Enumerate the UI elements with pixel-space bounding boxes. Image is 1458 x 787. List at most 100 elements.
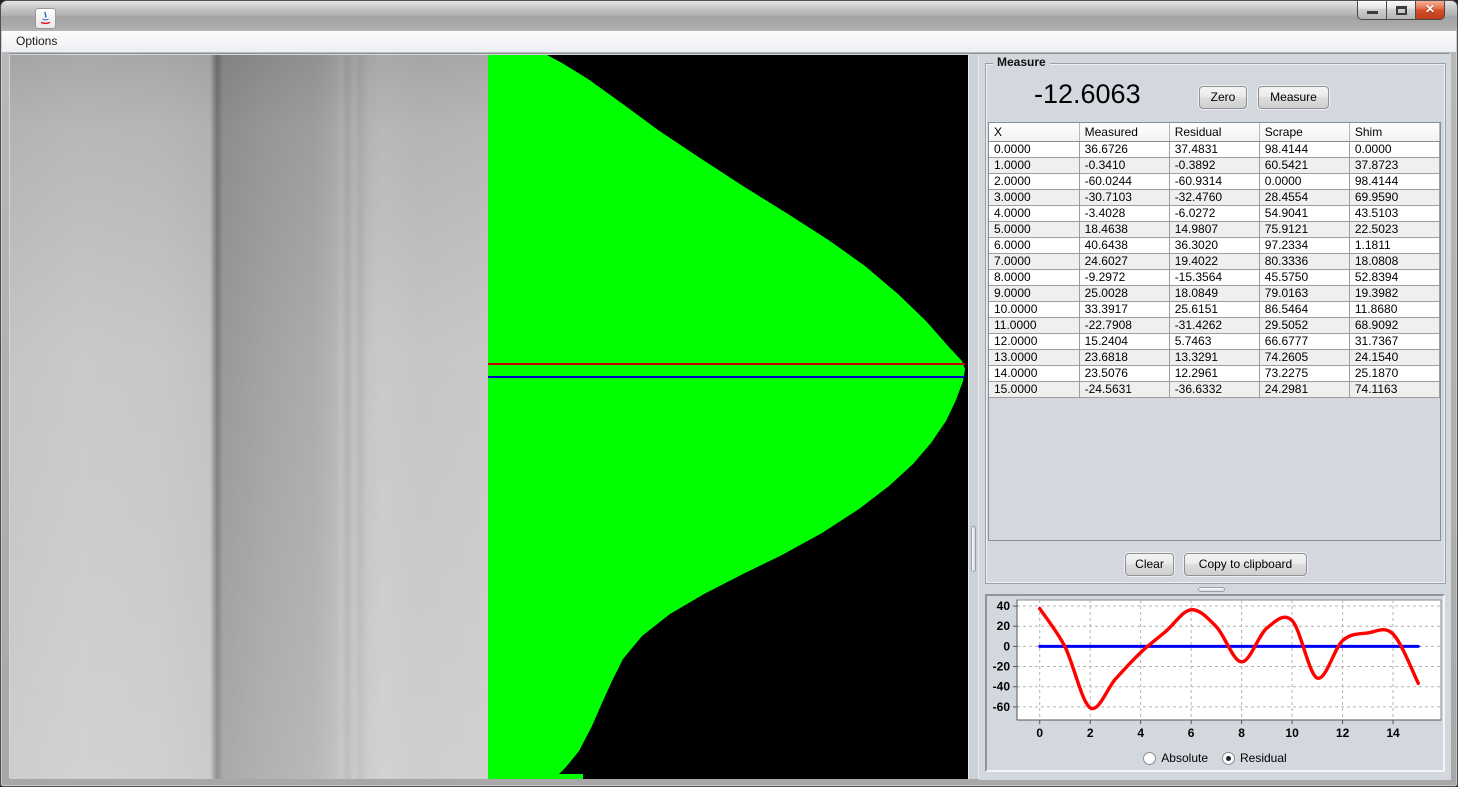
table-cell[interactable]: 54.9041 xyxy=(1259,205,1349,221)
table-cell[interactable]: 10.0000 xyxy=(989,301,1079,317)
table-cell[interactable]: -36.6332 xyxy=(1169,381,1259,397)
table-cell[interactable]: 13.0000 xyxy=(989,349,1079,365)
column-header-measured[interactable]: Measured xyxy=(1079,123,1169,141)
table-cell[interactable]: 45.5750 xyxy=(1259,269,1349,285)
table-cell[interactable]: 24.6027 xyxy=(1079,253,1169,269)
column-header-residual[interactable]: Residual xyxy=(1169,123,1259,141)
table-row[interactable]: 2.0000-60.0244-60.93140.000098.4144 xyxy=(989,173,1440,189)
table-cell[interactable]: 14.9807 xyxy=(1169,221,1259,237)
zero-button[interactable]: Zero xyxy=(1199,86,1247,109)
table-cell[interactable]: 52.8394 xyxy=(1349,269,1439,285)
table-cell[interactable]: 37.8723 xyxy=(1349,157,1439,173)
table-cell[interactable]: 75.9121 xyxy=(1259,221,1349,237)
table-cell[interactable]: -60.0244 xyxy=(1079,173,1169,189)
table-cell[interactable]: 18.0849 xyxy=(1169,285,1259,301)
table-cell[interactable]: 43.5103 xyxy=(1349,205,1439,221)
table-cell[interactable]: 66.6777 xyxy=(1259,333,1349,349)
radio-circle-icon[interactable] xyxy=(1222,752,1235,765)
table-cell[interactable]: -60.9314 xyxy=(1169,173,1259,189)
table-cell[interactable]: 14.0000 xyxy=(989,365,1079,381)
table-cell[interactable]: -32.4760 xyxy=(1169,189,1259,205)
table-cell[interactable]: 3.0000 xyxy=(989,189,1079,205)
table-cell[interactable]: 28.4554 xyxy=(1259,189,1349,205)
table-cell[interactable]: 15.0000 xyxy=(989,381,1079,397)
table-cell[interactable]: 19.3982 xyxy=(1349,285,1439,301)
table-cell[interactable]: 5.7463 xyxy=(1169,333,1259,349)
table-cell[interactable]: 98.4144 xyxy=(1259,141,1349,157)
table-cell[interactable]: -9.2972 xyxy=(1079,269,1169,285)
table-row[interactable]: 13.000023.681813.329174.260524.1540 xyxy=(989,349,1440,365)
menu-options[interactable]: Options xyxy=(8,31,65,52)
table-cell[interactable]: 37.4831 xyxy=(1169,141,1259,157)
table-cell[interactable]: 13.3291 xyxy=(1169,349,1259,365)
camera-view[interactable] xyxy=(10,55,968,779)
table-cell[interactable]: 11.8680 xyxy=(1349,301,1439,317)
table-row[interactable]: 10.000033.391725.615186.546411.8680 xyxy=(989,301,1440,317)
reference-line-red[interactable] xyxy=(488,363,965,365)
table-cell[interactable]: -15.3564 xyxy=(1169,269,1259,285)
table-cell[interactable]: 25.6151 xyxy=(1169,301,1259,317)
table-cell[interactable]: 4.0000 xyxy=(989,205,1079,221)
table-cell[interactable]: 79.0163 xyxy=(1259,285,1349,301)
table-cell[interactable]: 23.5076 xyxy=(1079,365,1169,381)
table-cell[interactable]: 12.2961 xyxy=(1169,365,1259,381)
table-cell[interactable]: -0.3892 xyxy=(1169,157,1259,173)
measure-button[interactable]: Measure xyxy=(1258,86,1329,109)
table-cell[interactable]: 15.2404 xyxy=(1079,333,1169,349)
table-cell[interactable]: -3.4028 xyxy=(1079,205,1169,221)
table-cell[interactable]: 9.0000 xyxy=(989,285,1079,301)
table-cell[interactable]: -6.0272 xyxy=(1169,205,1259,221)
table-cell[interactable]: 0.0000 xyxy=(989,141,1079,157)
table-cell[interactable]: 5.0000 xyxy=(989,221,1079,237)
table-cell[interactable]: -22.7908 xyxy=(1079,317,1169,333)
table-cell[interactable]: -24.5631 xyxy=(1079,381,1169,397)
table-cell[interactable]: 1.1811 xyxy=(1349,237,1439,253)
table-cell[interactable]: 60.5421 xyxy=(1259,157,1349,173)
horizontal-split-divider[interactable] xyxy=(979,585,1451,593)
table-cell[interactable]: 73.2275 xyxy=(1259,365,1349,381)
table-cell[interactable]: 6.0000 xyxy=(989,237,1079,253)
title-bar[interactable]: ✕ xyxy=(1,1,1457,31)
table-cell[interactable]: 97.2334 xyxy=(1259,237,1349,253)
table-row[interactable]: 4.0000-3.4028-6.027254.904143.5103 xyxy=(989,205,1440,221)
table-cell[interactable]: 31.7367 xyxy=(1349,333,1439,349)
table-cell[interactable]: 19.4022 xyxy=(1169,253,1259,269)
table-row[interactable]: 6.000040.643836.302097.23341.1811 xyxy=(989,237,1440,253)
clear-button[interactable]: Clear xyxy=(1125,553,1174,576)
table-cell[interactable]: 25.0028 xyxy=(1079,285,1169,301)
table-cell[interactable]: 36.3020 xyxy=(1169,237,1259,253)
table-cell[interactable]: 8.0000 xyxy=(989,269,1079,285)
table-cell[interactable]: 74.1163 xyxy=(1349,381,1439,397)
table-row[interactable]: 7.000024.602719.402280.333618.0808 xyxy=(989,253,1440,269)
vertical-split-divider[interactable] xyxy=(968,55,979,779)
table-cell[interactable]: 24.1540 xyxy=(1349,349,1439,365)
table-cell[interactable]: 36.6726 xyxy=(1079,141,1169,157)
table-cell[interactable]: 18.4638 xyxy=(1079,221,1169,237)
table-cell[interactable]: 23.6818 xyxy=(1079,349,1169,365)
table-cell[interactable]: 33.3917 xyxy=(1079,301,1169,317)
radio-residual[interactable]: Residual xyxy=(1222,751,1287,765)
table-cell[interactable]: 1.0000 xyxy=(989,157,1079,173)
split-divider-handle[interactable] xyxy=(971,526,976,572)
table-cell[interactable]: 68.9092 xyxy=(1349,317,1439,333)
table-cell[interactable]: 80.3336 xyxy=(1259,253,1349,269)
table-cell[interactable]: 86.5464 xyxy=(1259,301,1349,317)
radio-circle-icon[interactable] xyxy=(1143,752,1156,765)
table-row[interactable]: 9.000025.002818.084979.016319.3982 xyxy=(989,285,1440,301)
table-row[interactable]: 5.000018.463814.980775.912122.5023 xyxy=(989,221,1440,237)
table-row[interactable]: 15.0000-24.5631-36.633224.298174.1163 xyxy=(989,381,1440,397)
table-cell[interactable]: 2.0000 xyxy=(989,173,1079,189)
table-cell[interactable]: 69.9590 xyxy=(1349,189,1439,205)
table-row[interactable]: 12.000015.24045.746366.677731.7367 xyxy=(989,333,1440,349)
close-icon[interactable]: ✕ xyxy=(1415,1,1445,20)
column-header-x[interactable]: X xyxy=(989,123,1079,141)
table-row[interactable]: 3.0000-30.7103-32.476028.455469.9590 xyxy=(989,189,1440,205)
table-cell[interactable]: 24.2981 xyxy=(1259,381,1349,397)
table-row[interactable]: 14.000023.507612.296173.227525.1870 xyxy=(989,365,1440,381)
column-header-shim[interactable]: Shim xyxy=(1349,123,1439,141)
table-row[interactable]: 0.000036.672637.483198.41440.0000 xyxy=(989,141,1440,157)
table-cell[interactable]: -30.7103 xyxy=(1079,189,1169,205)
table-cell[interactable]: 11.0000 xyxy=(989,317,1079,333)
table-cell[interactable]: 40.6438 xyxy=(1079,237,1169,253)
table-cell[interactable]: 25.1870 xyxy=(1349,365,1439,381)
